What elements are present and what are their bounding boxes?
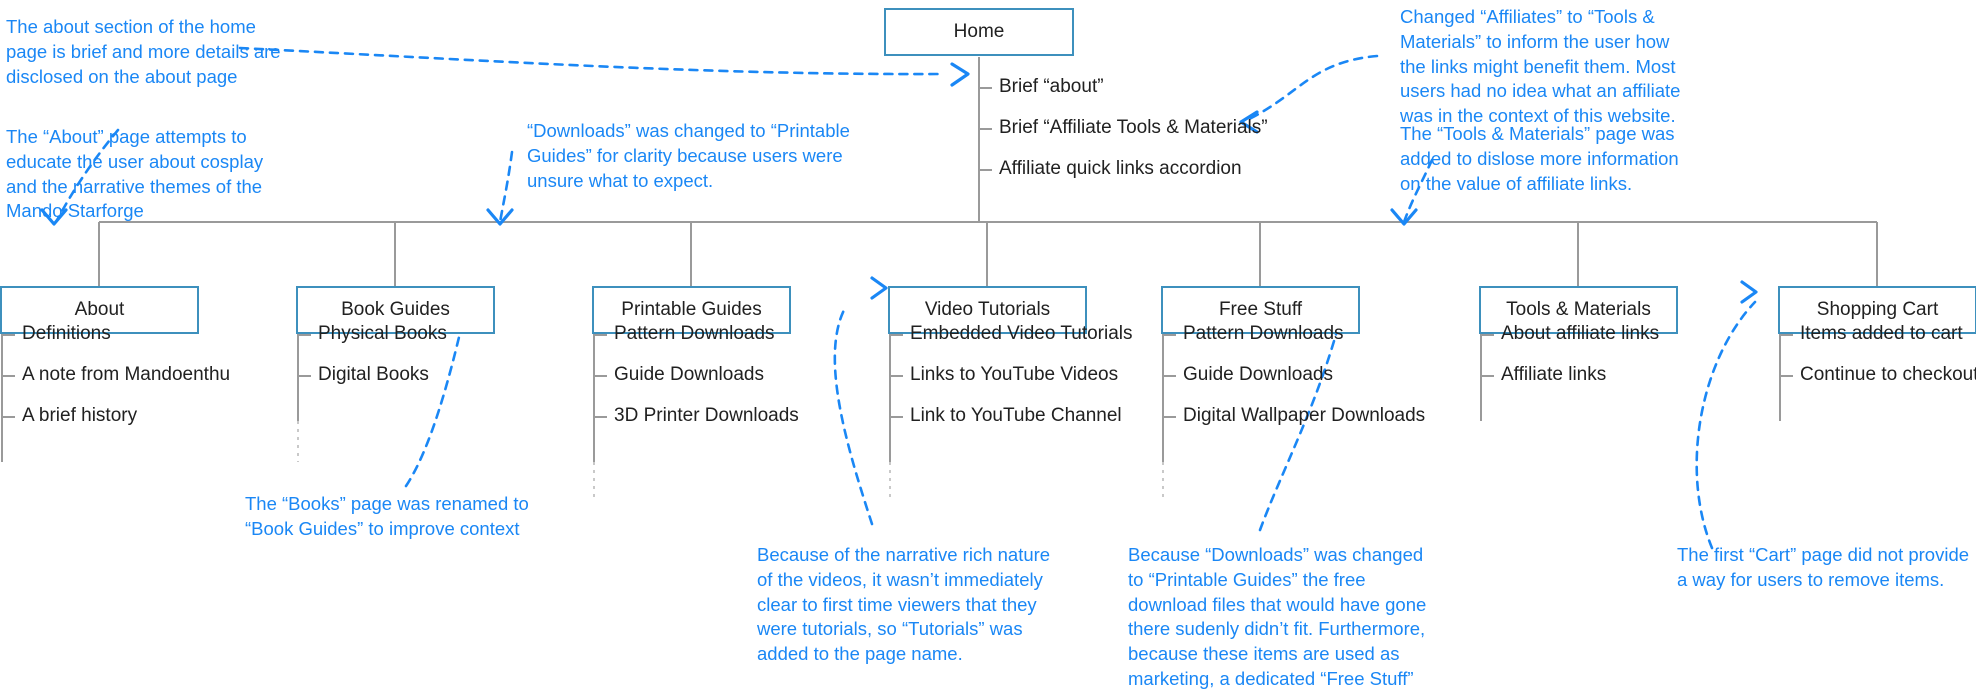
list-item[interactable]: Continue to checkout: [1780, 354, 1976, 395]
connector-tick-icon: [298, 374, 311, 377]
node-home[interactable]: Home: [884, 8, 1074, 56]
list-item-label: Digital Wallpaper Downloads: [1183, 404, 1426, 426]
annotation-tutorials-renamed: Because of the narrative rich nature of …: [757, 544, 1051, 665]
annotation-affiliates-renamed: Changed “Affiliates” to “Tools & Materia…: [1400, 6, 1681, 127]
list-item-label: Items added to cart: [1800, 322, 1963, 344]
connector-tick-icon: [1481, 374, 1494, 377]
shopping-cart-children: Items added to cart Continue to checkout: [1780, 313, 1976, 395]
list-item[interactable]: Guide Downloads: [594, 354, 799, 395]
home-children: Brief “about” Brief “Affiliate Tools & M…: [979, 66, 1268, 189]
annotation-free-stuff-created: Because “Downloads” was changed to “Prin…: [1128, 544, 1427, 689]
annotation-tools-materials-page-added: The “Tools & Materials” page was added t…: [1400, 123, 1679, 194]
connector-tick-icon: [1163, 374, 1176, 377]
free-stuff-children: Pattern Downloads Guide Downloads Digita…: [1163, 313, 1425, 436]
node-home-label: Home: [953, 20, 1005, 42]
list-item-label: Links to YouTube Videos: [910, 363, 1119, 385]
list-item-label: 3D Printer Downloads: [614, 404, 799, 426]
list-item-label: Affiliate links: [1501, 363, 1607, 385]
list-item-label: A brief history: [22, 404, 138, 426]
about-children: Definitions A note from Mandoenthu A bri…: [2, 313, 230, 436]
list-item[interactable]: A note from Mandoenthu: [2, 354, 230, 395]
list-item[interactable]: Affiliate links: [1481, 354, 1659, 395]
list-item-label: Definitions: [22, 322, 111, 344]
connector-tick-icon: [594, 415, 607, 418]
list-item[interactable]: About affiliate links: [1481, 313, 1659, 354]
list-item[interactable]: Physical Books: [298, 313, 447, 354]
list-item-label: Brief “about”: [999, 75, 1104, 97]
list-item[interactable]: Digital Wallpaper Downloads: [1163, 395, 1425, 436]
list-item-label: Guide Downloads: [614, 363, 764, 385]
list-item[interactable]: Pattern Downloads: [1163, 313, 1425, 354]
sitemap-diagram: Home Brief “about” Brief “Affiliate Tool…: [0, 0, 1976, 692]
list-item[interactable]: 3D Printer Downloads: [594, 395, 799, 436]
connector-tick-icon: [2, 333, 15, 336]
list-item[interactable]: Brief “about”: [979, 66, 1268, 107]
printable-guides-children: Pattern Downloads Guide Downloads 3D Pri…: [594, 313, 799, 436]
list-item[interactable]: Definitions: [2, 313, 230, 354]
list-item[interactable]: Brief “Affiliate Tools & Materials”: [979, 107, 1268, 148]
list-item[interactable]: Pattern Downloads: [594, 313, 799, 354]
connector-tick-icon: [979, 86, 992, 89]
list-item-label: Pattern Downloads: [1183, 322, 1344, 344]
connector-tick-icon: [594, 333, 607, 336]
list-item[interactable]: Affiliate quick links accordion: [979, 148, 1268, 189]
connector-tick-icon: [2, 374, 15, 377]
connector-tick-icon: [1780, 374, 1793, 377]
tools-materials-children: About affiliate links Affiliate links: [1481, 313, 1659, 395]
connector-tick-icon: [890, 415, 903, 418]
connector-tick-icon: [979, 127, 992, 130]
list-item-label: Continue to checkout: [1800, 363, 1976, 385]
annotation-cart-remove-items: The first “Cart” page did not provide a …: [1677, 544, 1970, 590]
connector-tick-icon: [594, 374, 607, 377]
video-tutorials-children: Embedded Video Tutorials Links to YouTub…: [890, 313, 1133, 436]
connector-tick-icon: [890, 374, 903, 377]
connector-tick-icon: [1163, 415, 1176, 418]
list-item-label: Embedded Video Tutorials: [910, 322, 1133, 344]
list-item-label: Digital Books: [318, 363, 429, 385]
book-guides-children: Physical Books Digital Books: [298, 313, 447, 395]
connector-tick-icon: [979, 168, 992, 171]
list-item[interactable]: Guide Downloads: [1163, 354, 1425, 395]
annotation-home-about-brief: The about section of the home page is br…: [6, 16, 281, 87]
connector-tick-icon: [298, 333, 311, 336]
connector-tick-icon: [1163, 333, 1176, 336]
list-item[interactable]: Link to YouTube Channel: [890, 395, 1133, 436]
annotation-books-renamed: The “Books” page was renamed to “Book Gu…: [245, 493, 529, 539]
list-item-label: Affiliate quick links accordion: [999, 157, 1242, 179]
list-item-label: Physical Books: [318, 322, 447, 344]
connector-tick-icon: [890, 333, 903, 336]
annotation-about-page-purpose: The “About” page attempts to educate the…: [6, 126, 264, 222]
list-item-label: Brief “Affiliate Tools & Materials”: [999, 116, 1268, 138]
list-item[interactable]: Items added to cart: [1780, 313, 1976, 354]
connector-tick-icon: [1780, 333, 1793, 336]
list-item-label: Pattern Downloads: [614, 322, 775, 344]
connector-tick-icon: [2, 415, 15, 418]
annotation-downloads-renamed: “Downloads” was changed to “Printable Gu…: [527, 120, 850, 191]
list-item[interactable]: Digital Books: [298, 354, 447, 395]
list-item[interactable]: Links to YouTube Videos: [890, 354, 1133, 395]
list-item[interactable]: Embedded Video Tutorials: [890, 313, 1133, 354]
list-item[interactable]: A brief history: [2, 395, 230, 436]
list-item-label: A note from Mandoenthu: [22, 363, 231, 385]
list-item-label: Link to YouTube Channel: [910, 404, 1122, 426]
connector-tick-icon: [1481, 333, 1494, 336]
list-item-label: About affiliate links: [1501, 322, 1660, 344]
list-item-label: Guide Downloads: [1183, 363, 1333, 385]
